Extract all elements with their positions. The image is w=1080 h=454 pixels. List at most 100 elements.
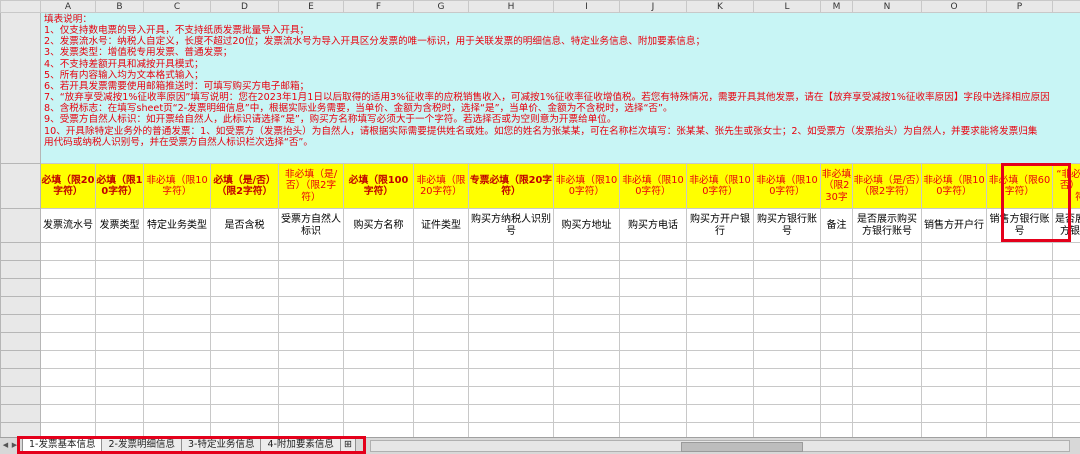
empty-cell[interactable] xyxy=(921,404,987,423)
empty-cell[interactable] xyxy=(820,278,853,297)
empty-cell[interactable] xyxy=(40,242,96,261)
column-header-p[interactable]: P xyxy=(986,0,1053,13)
empty-cell[interactable] xyxy=(278,422,344,437)
select-all-corner[interactable] xyxy=(0,0,41,13)
empty-cell[interactable] xyxy=(40,350,96,369)
empty-cell[interactable] xyxy=(95,296,144,315)
empty-cell[interactable] xyxy=(852,242,922,261)
empty-cell[interactable] xyxy=(553,242,620,261)
empty-cell[interactable] xyxy=(95,422,144,437)
empty-cell[interactable] xyxy=(986,422,1053,437)
requirement-cell[interactable]: 专票必填（限20字符） xyxy=(468,163,554,209)
empty-cell[interactable] xyxy=(986,260,1053,279)
empty-cell[interactable] xyxy=(40,368,96,387)
empty-cell[interactable] xyxy=(343,350,414,369)
column-header-k[interactable]: K xyxy=(686,0,754,13)
empty-cell[interactable] xyxy=(753,260,821,279)
empty-cell[interactable] xyxy=(852,368,922,387)
empty-cell[interactable] xyxy=(986,296,1053,315)
column-header-h[interactable]: H xyxy=(468,0,554,13)
empty-cell[interactable] xyxy=(95,278,144,297)
empty-cell[interactable] xyxy=(753,332,821,351)
field-label-cell[interactable]: 购买方开户银行 xyxy=(686,208,754,243)
empty-cell[interactable] xyxy=(553,332,620,351)
empty-cell[interactable] xyxy=(468,314,554,333)
empty-cell[interactable] xyxy=(343,296,414,315)
add-sheet-icon[interactable]: ⊞ xyxy=(339,438,356,453)
empty-cell[interactable] xyxy=(95,368,144,387)
column-header-d[interactable]: D xyxy=(210,0,279,13)
row-header[interactable] xyxy=(0,242,41,261)
empty-cell[interactable] xyxy=(619,404,687,423)
empty-cell[interactable] xyxy=(986,278,1053,297)
empty-cell[interactable] xyxy=(986,332,1053,351)
empty-cell[interactable] xyxy=(852,332,922,351)
empty-cell[interactable] xyxy=(278,242,344,261)
empty-cell[interactable] xyxy=(95,404,144,423)
empty-cell[interactable] xyxy=(753,404,821,423)
requirement-cell[interactable]: 非必填（限100字符） xyxy=(753,163,821,209)
column-header-i[interactable]: I xyxy=(553,0,620,13)
empty-cell[interactable] xyxy=(553,386,620,405)
worksheet-table[interactable]: ABCDEFGHIJKLMNOPQR 填表说明：1、仅支持数电票的导入开具，不支… xyxy=(0,0,1080,437)
empty-cell[interactable] xyxy=(40,404,96,423)
field-label-cell[interactable]: 是否含税 xyxy=(210,208,279,243)
column-header-c[interactable]: C xyxy=(143,0,211,13)
empty-cell[interactable] xyxy=(852,386,922,405)
empty-cell[interactable] xyxy=(986,386,1053,405)
empty-cell[interactable] xyxy=(686,422,754,437)
empty-cell[interactable] xyxy=(1052,422,1080,437)
empty-cell[interactable] xyxy=(413,296,469,315)
instructions-cell[interactable]: 填表说明： 1、仅支持数电票的导入开具，不支持纸质发票批量导入开具； 2、发票流水号… xyxy=(40,12,1080,164)
empty-cell[interactable] xyxy=(413,386,469,405)
column-header-g[interactable]: G xyxy=(413,0,469,13)
empty-cell[interactable] xyxy=(619,368,687,387)
empty-cell[interactable] xyxy=(210,422,279,437)
empty-cell[interactable] xyxy=(40,296,96,315)
field-label-cell[interactable]: 是否展示销售方银行账号 xyxy=(1052,208,1080,243)
empty-cell[interactable] xyxy=(278,350,344,369)
requirement-cell[interactable]: 非必填（限100字符） xyxy=(553,163,620,209)
empty-cell[interactable] xyxy=(210,368,279,387)
empty-cell[interactable] xyxy=(921,368,987,387)
empty-cell[interactable] xyxy=(468,404,554,423)
empty-cell[interactable] xyxy=(1052,350,1080,369)
empty-cell[interactable] xyxy=(40,314,96,333)
row-header[interactable] xyxy=(0,422,41,437)
empty-cell[interactable] xyxy=(820,296,853,315)
empty-cell[interactable] xyxy=(753,386,821,405)
row-header[interactable] xyxy=(0,314,41,333)
row-header[interactable] xyxy=(0,12,41,164)
row-header[interactable] xyxy=(0,260,41,279)
empty-cell[interactable] xyxy=(468,278,554,297)
empty-cell[interactable] xyxy=(820,386,853,405)
empty-cell[interactable] xyxy=(686,242,754,261)
empty-cell[interactable] xyxy=(413,278,469,297)
empty-cell[interactable] xyxy=(1052,368,1080,387)
empty-cell[interactable] xyxy=(413,404,469,423)
empty-cell[interactable] xyxy=(413,422,469,437)
empty-cell[interactable] xyxy=(753,368,821,387)
empty-cell[interactable] xyxy=(921,332,987,351)
empty-cell[interactable] xyxy=(143,368,211,387)
empty-cell[interactable] xyxy=(468,242,554,261)
empty-cell[interactable] xyxy=(278,278,344,297)
empty-cell[interactable] xyxy=(553,296,620,315)
field-label-cell[interactable]: 发票类型 xyxy=(95,208,144,243)
empty-cell[interactable] xyxy=(343,278,414,297)
tab-scroll-last-icon[interactable]: ▶ xyxy=(11,440,18,450)
empty-cell[interactable] xyxy=(753,350,821,369)
empty-cell[interactable] xyxy=(143,422,211,437)
requirement-cell[interactable]: “非必填（是/否）（限2字符）” xyxy=(1052,163,1080,209)
requirement-cell[interactable]: 必填（限10字符） xyxy=(95,163,144,209)
column-header-f[interactable]: F xyxy=(343,0,414,13)
empty-cell[interactable] xyxy=(686,404,754,423)
horizontal-scrollbar[interactable] xyxy=(370,440,1070,452)
field-label-cell[interactable]: 备注 xyxy=(820,208,853,243)
empty-cell[interactable] xyxy=(40,386,96,405)
empty-cell[interactable] xyxy=(95,314,144,333)
field-label-cell[interactable]: 证件类型 xyxy=(413,208,469,243)
field-label-cell[interactable]: 销售方开户行 xyxy=(921,208,987,243)
field-label-cell[interactable]: 销售方银行账号 xyxy=(986,208,1053,243)
empty-cell[interactable] xyxy=(343,386,414,405)
